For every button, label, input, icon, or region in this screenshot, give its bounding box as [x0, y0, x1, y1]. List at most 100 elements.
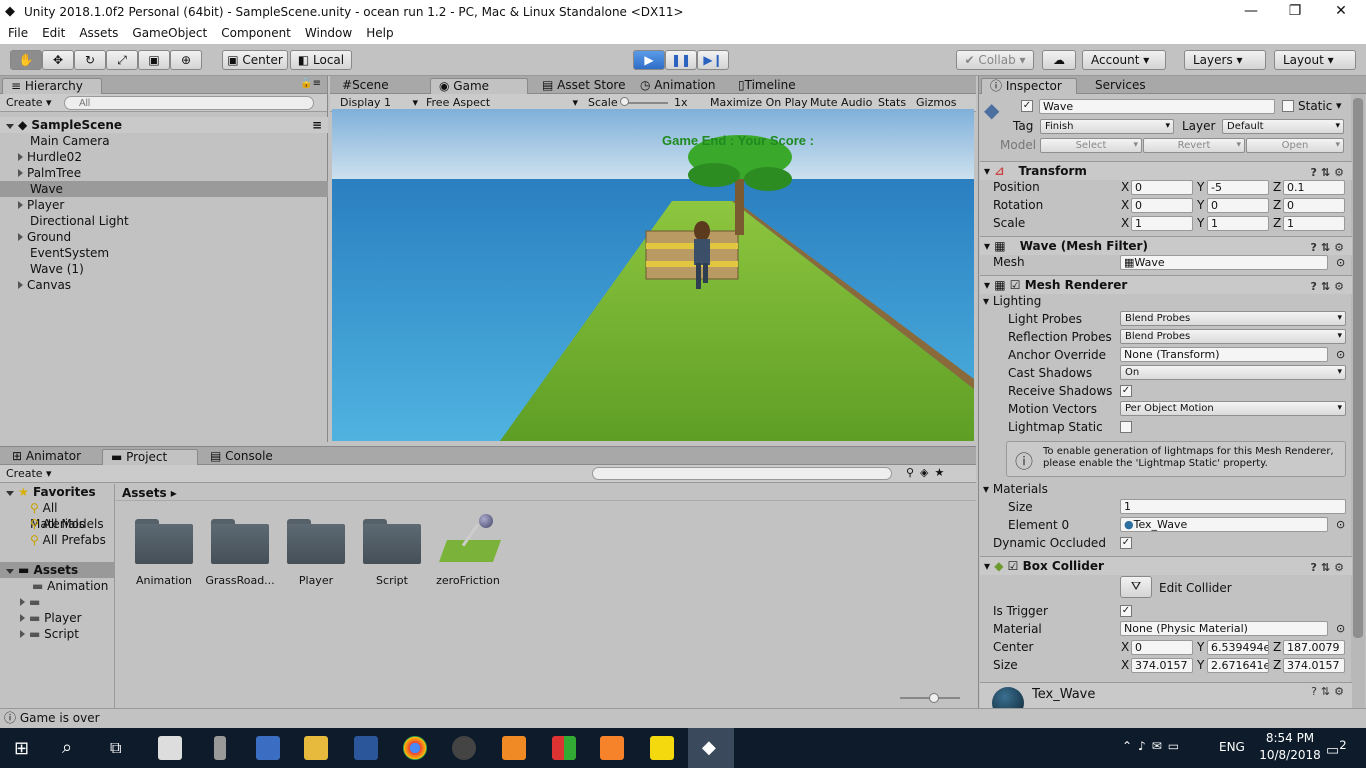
favorite-item[interactable]: ⚲ All Materials	[0, 500, 114, 531]
tab-animator[interactable]: ⊞ Animator	[4, 449, 89, 465]
layout-dropdown[interactable]: Layout ▾	[1274, 50, 1356, 70]
scale-y-field[interactable]: 1	[1207, 216, 1269, 231]
menu-file[interactable]: File	[0, 24, 34, 40]
menu-edit[interactable]: Edit	[34, 24, 71, 40]
favorite-item[interactable]: ⚲ All Models	[0, 516, 104, 532]
tab-services[interactable]: Services	[1087, 78, 1154, 94]
center-z-field[interactable]: 187.0079	[1283, 640, 1345, 655]
component-menu-icons[interactable]: ?⇅⚙	[1311, 685, 1348, 698]
hierarchy-item[interactable]: Wave (1)	[0, 261, 328, 277]
position-z-field[interactable]: 0.1	[1283, 180, 1345, 195]
zoom-slider-thumb[interactable]	[929, 693, 939, 703]
minimize-button[interactable]: —	[1228, 0, 1274, 24]
hierarchy-item[interactable]: Canvas	[0, 277, 328, 293]
material-preview-header[interactable]: Tex_Wave ?⇅⚙	[980, 682, 1352, 719]
layer-dropdown[interactable]: Default	[1222, 119, 1344, 134]
element0-field[interactable]: ●Tex_Wave	[1120, 517, 1328, 532]
center-x-field[interactable]: 0	[1131, 640, 1193, 655]
favorite-item[interactable]: ⚲ All Prefabs	[0, 532, 106, 548]
tab-hierarchy[interactable]: ≡ Hierarchy	[2, 78, 102, 94]
asset-tree-item[interactable]: ▬ Script	[0, 626, 115, 642]
tray-icons[interactable]: ⌃♪✉▭	[1122, 739, 1185, 753]
mail-app-icon[interactable]	[158, 736, 182, 760]
favorites-node[interactable]: ★ Favorites	[0, 484, 96, 500]
lighting-foldout[interactable]: ▾ Lighting	[983, 294, 1041, 309]
hierarchy-item[interactable]: Directional Light	[0, 213, 328, 229]
panel-menu-icon[interactable]: 🔒≡	[300, 78, 321, 89]
rotation-z-field[interactable]: 0	[1283, 198, 1345, 213]
dynamic-occluded-checkbox[interactable]: ✓	[1120, 537, 1132, 549]
rotation-x-field[interactable]: 0	[1131, 198, 1193, 213]
size-y-field[interactable]: 2.671641e	[1207, 658, 1269, 673]
blocks-app-icon[interactable]	[552, 736, 576, 760]
xampp-icon[interactable]	[600, 736, 624, 760]
scene-root[interactable]: ◆ SampleScene ≡	[0, 117, 328, 133]
expand-arrow-icon[interactable]	[20, 630, 25, 638]
enabled-check-icon[interactable]: ☑	[1006, 278, 1021, 292]
notifications-icon[interactable]: ▭2	[1326, 738, 1347, 759]
hierarchy-item[interactable]: Wave	[0, 181, 328, 197]
tag-dropdown[interactable]: Finish	[1040, 119, 1174, 134]
receive-shadows-checkbox[interactable]: ✓	[1120, 385, 1132, 397]
clock-date[interactable]: 10/8/2018	[1258, 748, 1322, 762]
enabled-check-icon[interactable]: ☑	[1003, 559, 1019, 573]
breadcrumb-assets[interactable]: Assets	[122, 486, 167, 500]
collab-button[interactable]: ✔ Collab ▾	[956, 50, 1034, 70]
scale-x-field[interactable]: 1	[1131, 216, 1193, 231]
object-picker-icon[interactable]: ⊙	[1336, 622, 1345, 635]
scrollbar-thumb[interactable]	[1353, 98, 1363, 638]
device-app-icon[interactable]	[214, 736, 226, 760]
stats-toggle[interactable]: Stats	[878, 96, 906, 109]
cast-shadows-dropdown[interactable]: On	[1120, 365, 1346, 380]
physics-material-icon[interactable]	[438, 514, 502, 566]
step-button[interactable]: ▶❙	[697, 50, 729, 70]
hierarchy-item[interactable]: Hurdle02	[0, 149, 328, 165]
rotate-tool-icon[interactable]: ↻	[74, 50, 106, 70]
windows-start-icon[interactable]: ⊞	[14, 738, 29, 759]
hierarchy-item[interactable]: Main Camera	[0, 133, 328, 149]
account-dropdown[interactable]: Account ▾	[1082, 50, 1166, 70]
transform-tool-icon[interactable]: ⊕	[170, 50, 202, 70]
size-z-field[interactable]: 374.0157	[1283, 658, 1345, 673]
menu-component[interactable]: Component	[213, 24, 297, 40]
folder-icon[interactable]	[135, 517, 193, 565]
cloud-icon[interactable]: ☁	[1042, 50, 1076, 70]
expand-arrow-icon[interactable]	[18, 153, 23, 161]
expand-arrow-icon[interactable]	[20, 614, 25, 622]
hierarchy-item[interactable]: PalmTree	[0, 165, 328, 181]
center-y-field[interactable]: 6.539494e	[1207, 640, 1269, 655]
static-dropdown-icon[interactable]: ▾	[1336, 99, 1342, 112]
object-picker-icon[interactable]: ⊙	[1336, 256, 1345, 269]
laptop-app-icon[interactable]	[256, 736, 280, 760]
gizmos-dropdown[interactable]: Gizmos	[916, 96, 957, 109]
mesh-renderer-header[interactable]: ▾ ▦ ☑ Mesh Renderer ?⇅⚙	[980, 275, 1352, 294]
transform-header[interactable]: ▾ ⊿ Transform ?⇅⚙	[980, 161, 1352, 180]
hierarchy-item[interactable]: Ground	[0, 229, 328, 245]
unity-taskbar-button[interactable]: ◆	[688, 728, 734, 768]
pdf-app-icon[interactable]	[502, 736, 526, 760]
filter-icons[interactable]: ⚲◈★	[906, 466, 950, 479]
hand-tool-icon[interactable]: ✋	[10, 50, 42, 70]
mesh-filter-header[interactable]: ▾ ▦ Wave (Mesh Filter) ?⇅⚙	[980, 236, 1352, 255]
tab-project[interactable]: ▬ Project	[102, 449, 198, 465]
pause-button[interactable]: ❚❚	[665, 50, 697, 70]
clock-time[interactable]: 8:54 PM	[1262, 731, 1318, 745]
display-dropdown[interactable]: Display 1 ▾	[340, 96, 420, 109]
hierarchy-item[interactable]: Player	[0, 197, 328, 213]
box-collider-header[interactable]: ▾ ◆ ☑ Box Collider ?⇅⚙	[980, 556, 1352, 575]
position-y-field[interactable]: -5	[1207, 180, 1269, 195]
scale-tool-icon[interactable]: ⤢	[106, 50, 138, 70]
static-checkbox[interactable]	[1282, 100, 1294, 112]
lightmap-static-checkbox[interactable]	[1120, 421, 1132, 433]
expand-arrow-icon[interactable]	[20, 598, 25, 606]
component-menu-icons[interactable]: ?⇅⚙	[1311, 559, 1348, 577]
aspect-dropdown[interactable]: Free Aspect ▾	[426, 96, 580, 109]
position-x-field[interactable]: 0	[1131, 180, 1193, 195]
expand-arrow-icon[interactable]	[18, 201, 23, 209]
close-button[interactable]: ✕	[1318, 0, 1364, 24]
motion-vectors-dropdown[interactable]: Per Object Motion	[1120, 401, 1346, 416]
object-name-field[interactable]: Wave	[1039, 99, 1275, 114]
active-checkbox[interactable]: ✓	[1021, 100, 1033, 112]
hierarchy-item[interactable]: EventSystem	[0, 245, 328, 261]
scene-menu-icon[interactable]: ≡	[312, 117, 322, 133]
